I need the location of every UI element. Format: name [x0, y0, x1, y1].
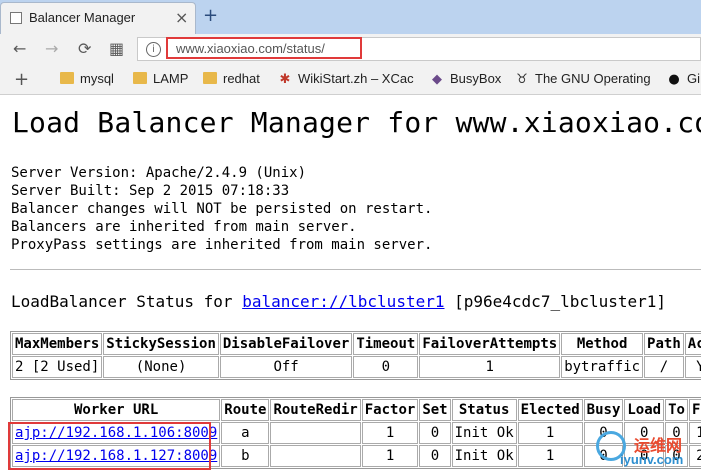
table-header-row: MaxMembers StickySession DisableFailover…: [12, 333, 701, 355]
folder-icon: [133, 72, 147, 84]
th-set: Set: [419, 399, 451, 421]
cell-routeredir: [270, 422, 361, 444]
apps-grid-icon[interactable]: ▦: [109, 39, 124, 58]
th-elected: Elected: [517, 399, 583, 421]
folder-icon: [203, 72, 217, 84]
reload-icon[interactable]: ⟳: [78, 39, 91, 58]
cell-elected: 1: [517, 422, 583, 444]
cell-set: 0: [419, 422, 451, 444]
bookmark-mysql[interactable]: mysql: [60, 71, 114, 89]
github-icon: ●: [668, 72, 680, 87]
cell-set: 0: [419, 445, 451, 467]
server-built: Server Built: Sep 2 2015 07:18:33: [11, 183, 290, 199]
bookmark-gnu[interactable]: ♉ The GNU Operating: [515, 71, 651, 89]
folder-icon: [60, 72, 74, 84]
tab-strip: Balancer Manager × +: [0, 0, 701, 34]
cell-routeredir: [270, 445, 361, 467]
bookmark-label: redhat: [223, 71, 260, 86]
server-version: Server Version: Apache/2.4.9 (Unix): [11, 165, 307, 181]
page-title: Load Balancer Manager for www.xiaoxiao.c…: [12, 106, 701, 139]
cell-status: Init Ok: [451, 445, 517, 467]
th-failoverattempts: FailoverAttempts: [419, 333, 561, 355]
th-maxmembers: MaxMembers: [12, 333, 103, 355]
cell-status: Init Ok: [451, 422, 517, 444]
browser-toolbar: ← → ⟳ ▦ i www.xiaoxiao.com/status/: [0, 34, 701, 65]
cell-active: Yes: [684, 356, 701, 378]
bookmark-lamp[interactable]: LAMP: [133, 71, 188, 89]
th-routeredir: RouteRedir: [270, 399, 361, 421]
worker-urls-highlight-box: [8, 422, 211, 470]
th-method: Method: [561, 333, 644, 355]
page-favicon-icon: [10, 12, 22, 24]
table-row: 2 [2 Used] (None) Off 0 1 bytraffic / Ye…: [12, 356, 701, 378]
cell-elected: 1: [517, 445, 583, 467]
site-watermark-logo: 运维网 iyunv.com: [596, 426, 701, 473]
bookmark-label: WikiStart.zh – XCac: [298, 71, 414, 86]
bug-icon: ✱: [279, 72, 291, 87]
balancer-settings-table: MaxMembers StickySession DisableFailover…: [10, 331, 701, 380]
cell-factor: 1: [361, 422, 419, 444]
cell-stickysession: (None): [103, 356, 219, 378]
url-text[interactable]: www.xiaoxiao.com/status/: [176, 41, 325, 56]
bookmark-busybox[interactable]: ◆ BusyBox: [430, 71, 501, 89]
back-arrow-icon[interactable]: ←: [13, 39, 26, 58]
th-worker-url: Worker URL: [12, 399, 221, 421]
th-busy: Busy: [583, 399, 624, 421]
bookmarks-bar: + mysql LAMP redhat ✱ WikiStart.zh – XCac…: [0, 65, 701, 95]
watermark-domain: iyunv.com: [620, 452, 684, 467]
balancer-id: [p96e4cdc7_lbcluster1]: [444, 292, 667, 311]
address-bar[interactable]: i www.xiaoxiao.com/status/: [137, 37, 701, 61]
forward-arrow-icon[interactable]: →: [45, 39, 58, 58]
th-active: Activ: [684, 333, 701, 355]
th-disablefailover: DisableFailover: [219, 333, 353, 355]
cell-path: /: [644, 356, 684, 378]
site-info-icon[interactable]: i: [146, 42, 161, 57]
balancer-link[interactable]: balancer://lbcluster1: [242, 292, 444, 311]
cell-method: bytraffic: [561, 356, 644, 378]
balancer-status-heading: LoadBalancer Status for balancer://lbclu…: [11, 292, 666, 311]
th-to: To: [665, 399, 688, 421]
cell-maxmembers: 2 [2 Used]: [12, 356, 103, 378]
cell-failoverattempts: 1: [419, 356, 561, 378]
new-tab-button[interactable]: +: [203, 5, 218, 26]
bookmark-wikistart[interactable]: ✱ WikiStart.zh – XCac: [278, 71, 414, 89]
cell-timeout: 0: [353, 356, 419, 378]
th-from: From: [688, 399, 701, 421]
browser-tab[interactable]: Balancer Manager ×: [0, 2, 196, 34]
table-header-row: Worker URL Route RouteRedir Factor Set S…: [12, 399, 701, 421]
th-route: Route: [221, 399, 270, 421]
bookmark-github[interactable]: ● Gi: [667, 71, 700, 89]
th-factor: Factor: [361, 399, 419, 421]
cell-factor: 1: [361, 445, 419, 467]
gnu-icon: ♉: [516, 72, 528, 87]
bookmark-label: The GNU Operating: [535, 71, 651, 86]
add-bookmark-icon[interactable]: +: [14, 69, 29, 90]
cell-route: a: [221, 422, 270, 444]
bookmark-label: LAMP: [153, 71, 189, 86]
bookmark-redhat[interactable]: redhat: [203, 71, 260, 89]
balancers-inherited: Balancers are inherited from main server…: [11, 219, 357, 235]
tab-title: Balancer Manager: [29, 10, 136, 25]
th-status: Status: [451, 399, 517, 421]
bookmark-label: mysql: [80, 71, 114, 86]
status-prefix: LoadBalancer Status for: [11, 292, 243, 311]
close-tab-icon[interactable]: ×: [175, 8, 188, 27]
divider: [10, 269, 701, 270]
busybox-icon: ◆: [432, 72, 442, 87]
bookmark-label: Gi: [687, 71, 700, 86]
th-stickysession: StickySession: [103, 333, 219, 355]
th-load: Load: [624, 399, 665, 421]
th-path: Path: [644, 333, 684, 355]
bookmark-label: BusyBox: [450, 71, 502, 86]
persist-notice: Balancer changes will NOT be persisted o…: [11, 201, 433, 217]
proxypass-inherited: ProxyPass settings are inherited from ma…: [11, 237, 433, 253]
cell-disablefailover: Off: [219, 356, 353, 378]
cell-route: b: [221, 445, 270, 467]
url-highlight-box: www.xiaoxiao.com/status/: [166, 37, 362, 59]
th-timeout: Timeout: [353, 333, 419, 355]
